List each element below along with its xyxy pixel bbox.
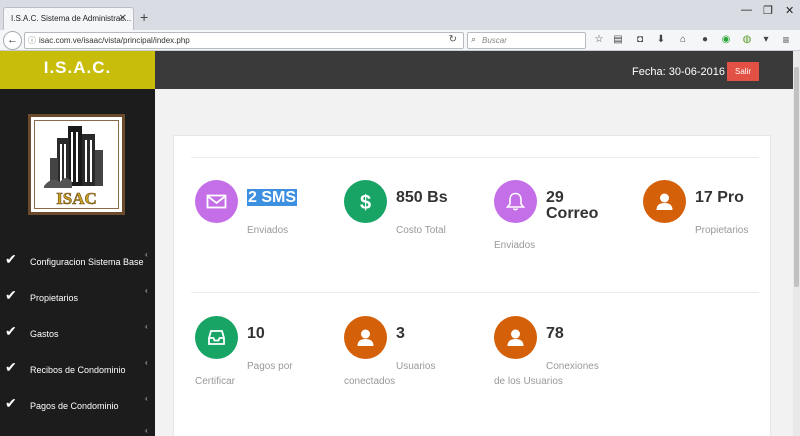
pocket-icon[interactable]: ◘: [634, 34, 646, 46]
chevron-left-icon: ‹: [145, 394, 148, 403]
app-top-bar: Fecha: 30-06-2016 Salir: [155, 51, 800, 89]
stat-correo[interactable]: 29 Correo Enviados: [494, 180, 634, 270]
sidebar-item-pagos[interactable]: ✔ Pagos de Condominio ‹: [0, 394, 155, 418]
stat-usuarios[interactable]: 3 Usuarios conectados: [344, 316, 484, 406]
current-date: Fecha: 30-06-2016: [632, 66, 725, 78]
stat-label: Propietarios: [695, 225, 749, 236]
stat-costo[interactable]: $ 850 Bs Costo Total: [344, 180, 484, 270]
addon-icon[interactable]: ◍: [741, 34, 753, 46]
stat-label-line1: Pagos por: [247, 361, 293, 372]
inbox-icon: [195, 316, 238, 359]
sidebar-item-label: Recibos de Condominio: [30, 365, 126, 375]
dashboard-panel: 2 SMS Enviados $ 850 Bs Costo Total 29 Co…: [173, 135, 771, 436]
bookmark-star-icon[interactable]: ☆: [593, 34, 605, 46]
isac-logo: ISAC: [28, 114, 125, 215]
home-icon[interactable]: ⌂: [677, 34, 689, 46]
new-tab-icon[interactable]: +: [140, 10, 148, 24]
sidebar-item-more[interactable]: ‹: [0, 426, 155, 436]
stat-label-line2: de los Usuarios: [494, 376, 563, 387]
hamburger-menu-icon[interactable]: ≡: [780, 34, 792, 46]
sidebar-item-gastos[interactable]: ✔ Gastos ‹: [0, 322, 155, 346]
sidebar-item-label: Pagos de Condominio: [30, 401, 119, 411]
stat-label-line2: conectados: [344, 376, 396, 387]
user-icon: [494, 316, 537, 359]
page-scrollbar[interactable]: [793, 51, 800, 436]
chevron-left-icon: ‹: [145, 358, 148, 367]
check-icon: ✔: [5, 287, 17, 303]
logout-button[interactable]: Salir: [727, 62, 759, 81]
stat-value: 29 Correo: [546, 189, 599, 222]
chevron-left-icon: ‹: [145, 426, 148, 435]
bell-icon: [494, 180, 537, 223]
stat-value: 3: [396, 325, 405, 342]
logo-text: ISAC: [56, 189, 97, 207]
sidebar: ISAC ✔ Configuracion Sistema Base ‹ ✔ Pr…: [0, 89, 155, 436]
stat-label-line1: Conexiones: [546, 361, 599, 372]
maximize-icon[interactable]: ❐: [763, 4, 773, 17]
browser-nav-bar: ← ⓘ isac.com.ve/isaac/vista/principal/in…: [0, 30, 800, 51]
chevron-left-icon: ‹: [145, 322, 148, 331]
back-arrow-icon[interactable]: ←: [3, 31, 22, 50]
sidebar-item-recibos[interactable]: ✔ Recibos de Condominio ‹: [0, 358, 155, 382]
minimize-icon[interactable]: —: [741, 4, 752, 16]
envelope-icon: [195, 180, 238, 223]
user-icon: [344, 316, 387, 359]
stat-label-line2: Certificar: [195, 376, 236, 387]
stat-sms[interactable]: 2 SMS Enviados: [195, 180, 335, 270]
tab-title: I.S.A.C. Sistema de Administrac...: [11, 14, 132, 23]
sidebar-item-label: Configuracion Sistema Base: [30, 257, 144, 267]
close-tab-icon[interactable]: ✕: [119, 13, 127, 24]
url-text: isac.com.ve/isaac/vista/principal/index.…: [39, 36, 190, 45]
reading-list-icon[interactable]: ▤: [612, 34, 624, 46]
stat-pagos[interactable]: 10 Pagos por Certificar: [195, 316, 335, 406]
info-icon[interactable]: ⓘ: [28, 35, 36, 46]
extension-icon[interactable]: ◉: [720, 34, 732, 46]
check-icon: ✔: [5, 251, 17, 267]
divider: [191, 292, 759, 293]
dollar-icon: $: [344, 180, 387, 223]
stat-label: Enviados: [247, 225, 289, 236]
user-icon: [643, 180, 686, 223]
stat-value: 17 Pro: [695, 189, 744, 206]
search-placeholder: Buscar: [482, 36, 507, 45]
app-brand[interactable]: I.S.A.C.: [0, 51, 155, 89]
scrollbar-thumb[interactable]: [794, 67, 799, 287]
browser-tab-bar: I.S.A.C. Sistema de Administrac... ✕ + —…: [0, 0, 800, 30]
overflow-chevron-icon[interactable]: ▾: [760, 34, 772, 46]
main-content: 2 SMS Enviados $ 850 Bs Costo Total 29 Co…: [155, 89, 793, 436]
stat-value: 850 Bs: [396, 189, 448, 206]
chevron-left-icon: ‹: [145, 250, 148, 259]
check-icon: ✔: [5, 323, 17, 339]
check-icon: ✔: [5, 395, 17, 411]
stat-value: 78: [546, 325, 564, 342]
stat-label-line1: Usuarios: [396, 361, 436, 372]
sidebar-item-label: Gastos: [30, 329, 59, 339]
download-icon[interactable]: ⬇: [655, 34, 667, 46]
sidebar-item-propietarios[interactable]: ✔ Propietarios ‹: [0, 286, 155, 310]
stat-conexiones[interactable]: 78 Conexiones de los Usuarios: [494, 316, 634, 406]
chat-icon[interactable]: ●: [699, 34, 711, 46]
stat-value: 2 SMS: [247, 189, 298, 206]
stat-label: Enviados: [494, 240, 536, 251]
stat-label: Costo Total: [396, 225, 446, 236]
chevron-left-icon: ‹: [145, 286, 148, 295]
divider: [191, 157, 759, 158]
sidebar-item-configuracion[interactable]: ✔ Configuracion Sistema Base ‹: [0, 250, 155, 274]
search-icon: ⌕: [471, 34, 477, 44]
stat-value: 10: [247, 325, 265, 342]
browser-tab[interactable]: I.S.A.C. Sistema de Administrac... ✕: [3, 7, 134, 30]
url-bar[interactable]: ⓘ isac.com.ve/isaac/vista/principal/inde…: [24, 32, 464, 49]
svg-text:$: $: [360, 192, 371, 212]
stat-propietarios[interactable]: 17 Pro Propietarios: [643, 180, 783, 270]
sidebar-item-label: Propietarios: [30, 293, 79, 303]
browser-search-input[interactable]: ⌕ Buscar: [467, 32, 586, 49]
window-close-icon[interactable]: ✕: [785, 4, 794, 17]
reload-icon[interactable]: ↻: [449, 34, 457, 45]
check-icon: ✔: [5, 359, 17, 375]
